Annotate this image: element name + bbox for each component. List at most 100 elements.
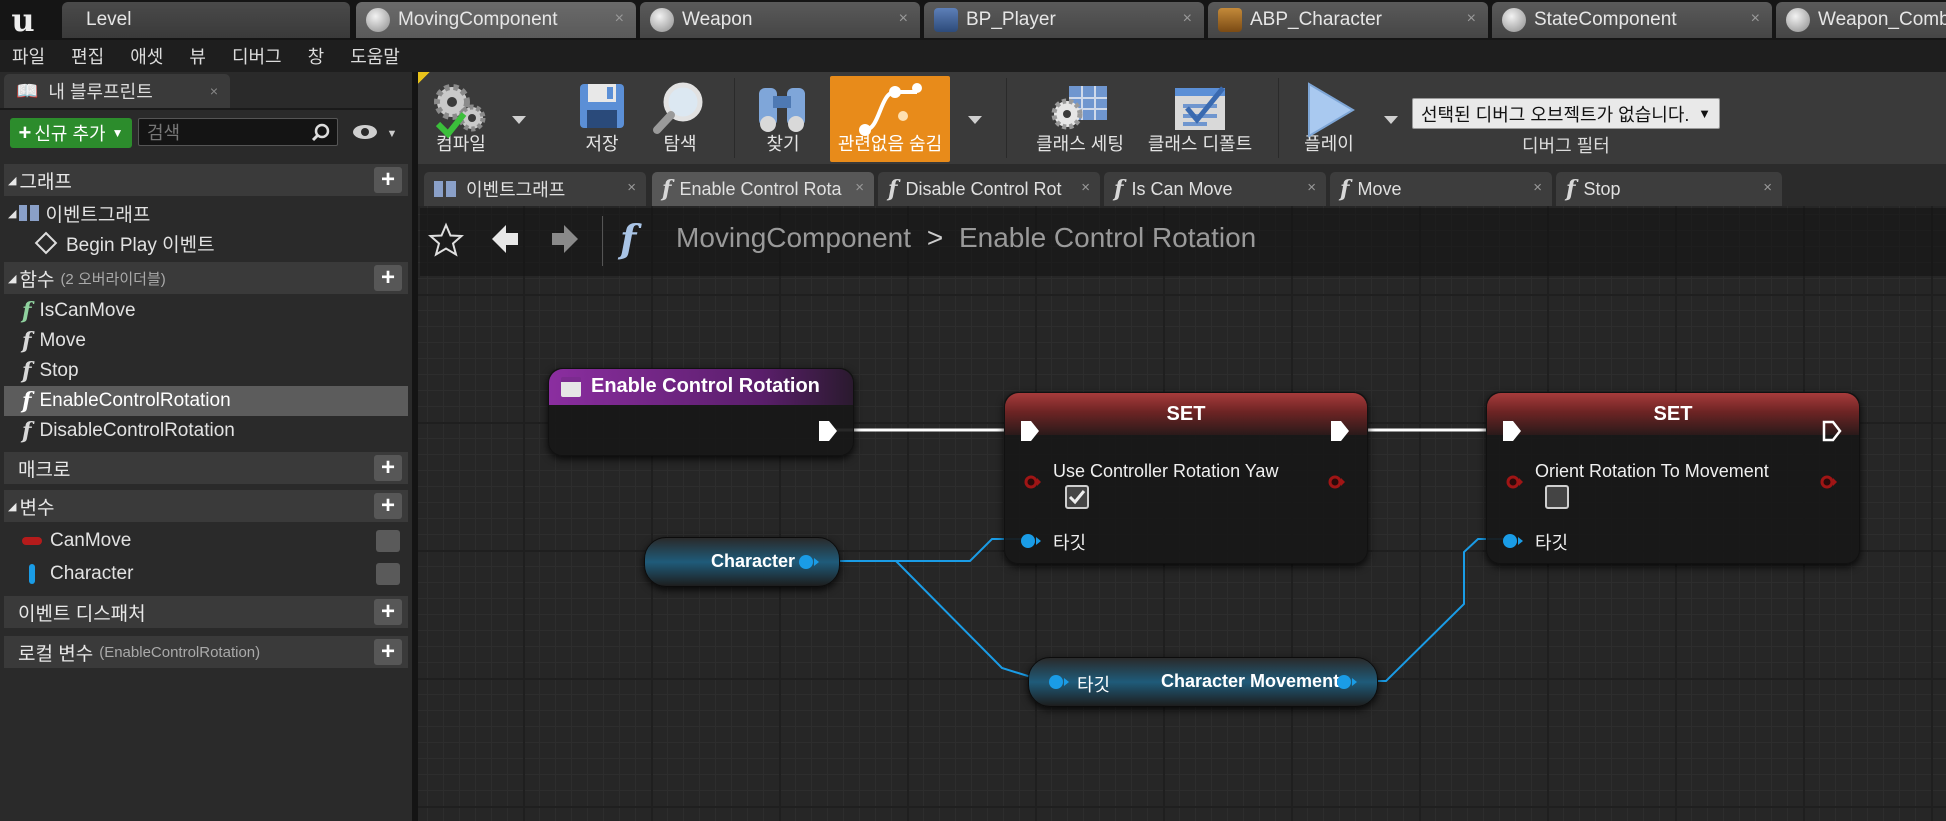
close-icon[interactable]: × <box>210 83 218 99</box>
bool-in-pin[interactable] <box>1023 475 1041 489</box>
target-in-pin[interactable] <box>1501 533 1523 549</box>
object-out-pin[interactable] <box>1335 674 1357 690</box>
menu-edit[interactable]: 편집 <box>71 43 104 69</box>
browse-button[interactable]: 탐색 <box>650 76 710 162</box>
breadcrumb-root[interactable]: MovingComponent <box>676 222 911 253</box>
add-function-button[interactable]: + <box>374 264 402 291</box>
close-icon[interactable]: × <box>1751 10 1760 28</box>
add-dispatcher-button[interactable]: + <box>374 598 402 625</box>
function-item-move[interactable]: f Move <box>4 326 408 356</box>
tree-item-event-graph[interactable]: ◢ 이벤트그래프 <box>4 198 408 228</box>
function-item-stop[interactable]: f Stop <box>4 356 408 386</box>
object-out-pin[interactable] <box>797 554 819 570</box>
add-new-button[interactable]: + 신규 추가 ▼ <box>10 118 132 148</box>
save-button[interactable]: 저장 <box>572 76 632 162</box>
function-entry-node[interactable]: Enable Control Rotation <box>548 368 854 456</box>
graph-tab-disable-control-rotation[interactable]: f Disable Control Rot × <box>878 172 1100 206</box>
menu-window[interactable]: 창 <box>308 43 325 69</box>
visibility-options-button[interactable]: ▼ <box>352 122 397 147</box>
forward-arrow-icon[interactable] <box>550 222 582 256</box>
function-item-disablecontrolrotation[interactable]: f DisableControlRotation <box>4 416 408 446</box>
add-variable-button[interactable]: + <box>374 492 402 519</box>
graph-tab-move[interactable]: f Move × <box>1330 172 1552 206</box>
close-icon[interactable]: × <box>627 179 636 196</box>
graph-tab-stop[interactable]: f Stop × <box>1556 172 1782 206</box>
close-icon[interactable]: × <box>1533 179 1542 196</box>
play-button[interactable]: 플레이 <box>1296 76 1362 162</box>
eye-closed-icon[interactable] <box>376 530 400 552</box>
close-icon[interactable]: × <box>1081 179 1090 196</box>
variable-item-canmove[interactable]: CanMove <box>4 526 408 556</box>
section-graphs[interactable]: ◢ 그래프 + <box>4 164 408 196</box>
doc-tab-bp-player[interactable]: BP_Player × <box>924 2 1204 38</box>
section-functions[interactable]: ◢ 함수 (2 오버라이더블) + <box>4 262 408 294</box>
graph-tab-enable-control-rotation[interactable]: f Enable Control Rota × <box>652 172 874 206</box>
section-dispatchers-label: 이벤트 디스패처 <box>18 603 146 625</box>
eye-closed-icon[interactable] <box>376 563 400 585</box>
exec-in-pin[interactable] <box>1019 419 1041 443</box>
function-item-enablecontrolrotation[interactable]: f EnableControlRotation <box>4 386 408 416</box>
bool-out-pin[interactable] <box>1327 475 1345 489</box>
hide-unrelated-options-chevron-icon[interactable] <box>968 116 982 124</box>
doc-tab-statecomponent[interactable]: StateComponent × <box>1492 2 1772 38</box>
close-icon[interactable]: × <box>1763 179 1772 196</box>
character-movement-getter-node[interactable]: 타깃 Character Movement <box>1028 657 1378 707</box>
close-icon[interactable]: × <box>1467 10 1476 28</box>
compile-button[interactable]: 컴파일 <box>428 76 494 162</box>
set-node-use-controller-rotation-yaw[interactable]: SET Use Controller Rotation Yaw 타깃 <box>1004 392 1368 564</box>
close-icon[interactable]: × <box>615 10 624 28</box>
graph-tab-event-graph[interactable]: 이벤트그래프 × <box>424 172 646 206</box>
exec-out-pin[interactable] <box>817 419 839 443</box>
exec-in-pin[interactable] <box>1501 419 1523 443</box>
section-variables[interactable]: ◢ 변수 + <box>4 490 408 522</box>
exec-out-pin[interactable] <box>1329 419 1351 443</box>
target-in-pin[interactable] <box>1019 533 1041 549</box>
target-in-pin[interactable] <box>1047 674 1069 690</box>
close-icon[interactable]: × <box>899 10 908 28</box>
add-local-variable-button[interactable]: + <box>374 638 402 665</box>
play-options-chevron-icon[interactable] <box>1384 116 1398 124</box>
add-macro-button[interactable]: + <box>374 454 402 481</box>
character-variable-getter-node[interactable]: Character <box>644 537 840 587</box>
favorite-star-icon[interactable] <box>428 222 464 258</box>
menu-asset[interactable]: 애셋 <box>130 43 163 69</box>
value-checkbox-unchecked[interactable] <box>1545 485 1569 509</box>
doc-tab-movingcomponent[interactable]: MovingComponent × <box>356 2 636 38</box>
class-settings-button[interactable]: 클래스 세팅 <box>1030 76 1130 162</box>
hide-unrelated-button[interactable]: 관련없음 숨김 <box>830 76 950 162</box>
doc-tab-level[interactable]: Level <box>62 2 350 38</box>
doc-tab-weapon-combo[interactable]: Weapon_Combo <box>1776 2 1946 38</box>
function-item-iscanmove[interactable]: f IsCanMove <box>4 296 408 326</box>
menu-debug[interactable]: 디버그 <box>232 43 282 69</box>
exec-out-pin-unconnected[interactable] <box>1821 419 1843 443</box>
variable-item-character[interactable]: Character <box>4 559 408 589</box>
close-icon[interactable]: × <box>1183 10 1192 28</box>
bool-in-pin[interactable] <box>1505 475 1523 489</box>
debug-object-select[interactable]: 선택된 디버그 오브젝트가 없습니다. ▼ <box>1412 98 1720 129</box>
section-local-variables[interactable]: 로컬 변수 (EnableControlRotation) + <box>4 636 408 668</box>
menu-help[interactable]: 도움말 <box>350 43 400 69</box>
value-checkbox-checked[interactable] <box>1065 485 1089 509</box>
search-input[interactable]: 검색 <box>138 118 338 146</box>
menu-file[interactable]: 파일 <box>12 43 45 69</box>
close-icon[interactable]: × <box>1307 179 1316 196</box>
unreal-logo-icon[interactable]: u <box>0 0 46 40</box>
bool-out-pin[interactable] <box>1819 475 1837 489</box>
add-graph-button[interactable]: + <box>374 166 402 193</box>
set-node-orient-rotation-to-movement[interactable]: SET Orient Rotation To Movement 타깃 <box>1486 392 1860 564</box>
class-defaults-button[interactable]: 클래스 디폴트 <box>1144 76 1256 162</box>
compile-options-chevron-icon[interactable] <box>512 116 526 124</box>
set-node-title: SET <box>1653 402 1693 425</box>
menu-view[interactable]: 뷰 <box>189 43 206 69</box>
find-button[interactable]: 찾기 <box>752 76 814 162</box>
back-arrow-icon[interactable] <box>488 222 520 256</box>
close-icon[interactable]: × <box>855 179 864 196</box>
doc-tab-abp-character[interactable]: ABP_Character × <box>1208 2 1488 38</box>
section-event-dispatchers[interactable]: 이벤트 디스패처 + <box>4 596 408 628</box>
graph-tab-is-can-move[interactable]: f Is Can Move × <box>1104 172 1326 206</box>
section-macros[interactable]: 매크로 + <box>4 452 408 484</box>
my-blueprint-tab[interactable]: 📖 내 블루프린트 × <box>4 74 230 108</box>
doc-tab-weapon[interactable]: Weapon × <box>640 2 920 38</box>
graph-tab-label: 이벤트그래프 <box>466 180 566 200</box>
tree-item-begin-play[interactable]: Begin Play 이벤트 <box>4 228 408 258</box>
